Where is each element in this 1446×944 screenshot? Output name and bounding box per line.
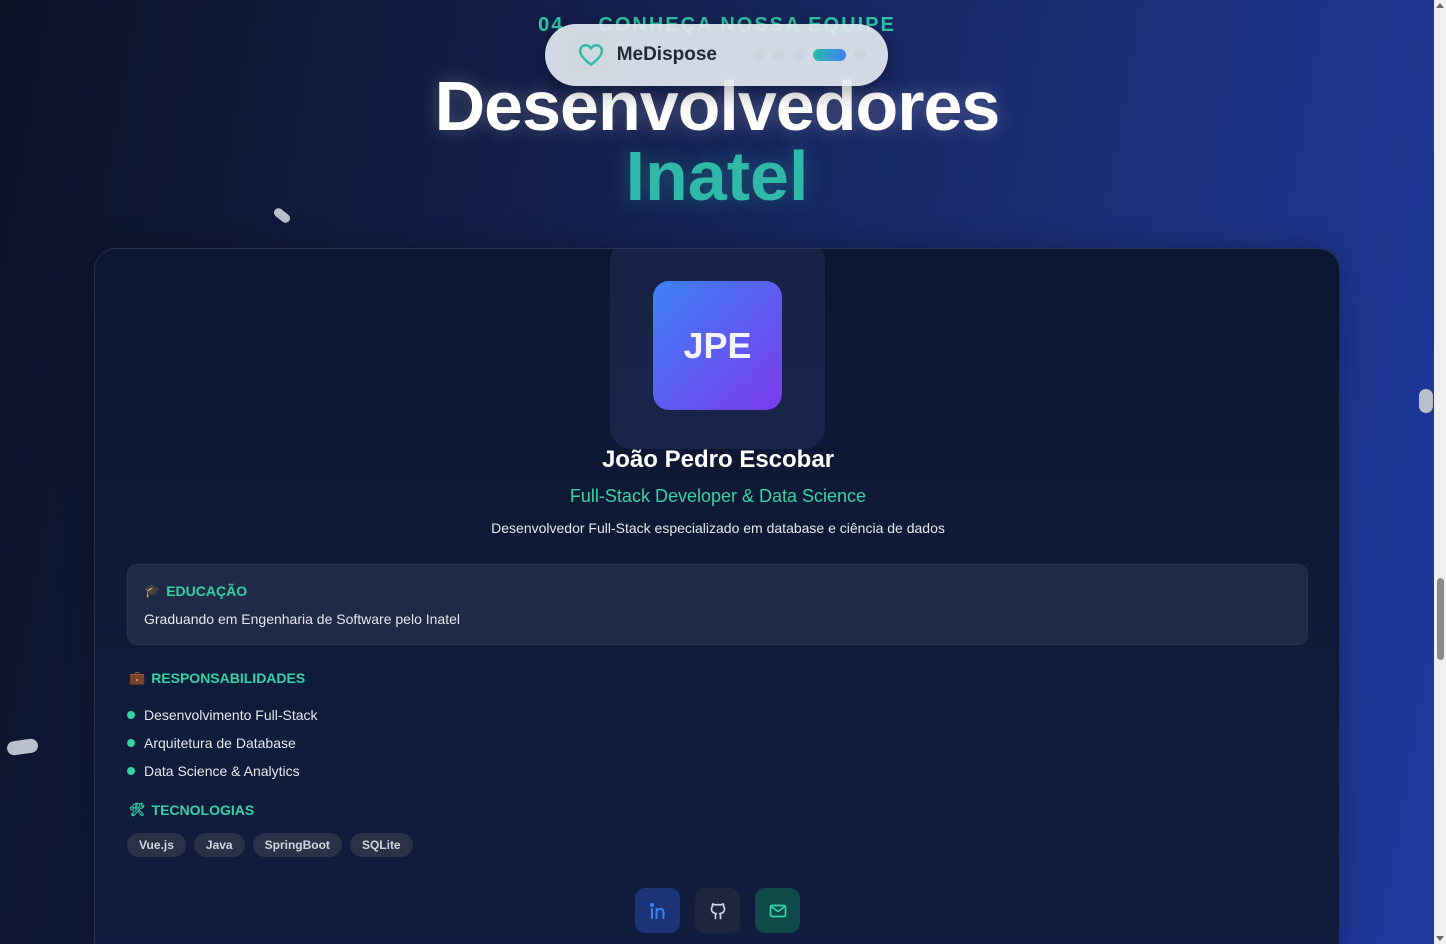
section-dot-5[interactable] bbox=[854, 49, 866, 61]
social-links bbox=[635, 888, 800, 933]
list-item: Data Science & Analytics bbox=[127, 757, 318, 785]
responsibility-text: Data Science & Analytics bbox=[144, 763, 300, 779]
tech-tag: Java bbox=[193, 833, 245, 857]
decorative-pill bbox=[6, 737, 39, 757]
developer-description: Desenvolvedor Full-Stack especializado e… bbox=[491, 520, 945, 536]
developer-name: João Pedro Escobar bbox=[601, 446, 835, 473]
briefcase-icon: 💼 bbox=[129, 670, 146, 685]
bullet bbox=[127, 767, 135, 775]
education-box: 🎓 EDUCAÇÃO Graduando em Engenharia de So… bbox=[127, 564, 1308, 645]
tech-tag: Vue.js bbox=[127, 833, 186, 857]
responsibilities-heading-text: RESPONSABILIDADES bbox=[151, 670, 306, 686]
responsibilities-heading: 💼 RESPONSABILIDADES bbox=[129, 670, 305, 686]
page: 04CONHEÇA NOSSA EQUIPE Desenvolvedores I… bbox=[0, 0, 1434, 944]
list-item: Desenvolvimento Full-Stack bbox=[127, 701, 318, 729]
responsibilities-list: Desenvolvimento Full-Stack Arquitetura d… bbox=[127, 701, 318, 785]
graduation-cap-icon: 🎓 bbox=[144, 583, 161, 598]
avatar: JPE bbox=[653, 281, 782, 410]
section-dot-4-active[interactable] bbox=[813, 49, 846, 61]
tech-tag: SQLite bbox=[349, 833, 413, 857]
education-heading-text: EDUCAÇÃO bbox=[166, 583, 248, 599]
logo[interactable] bbox=[569, 32, 614, 78]
section-dot-1[interactable] bbox=[753, 49, 765, 61]
section-dot-2[interactable] bbox=[773, 49, 785, 61]
scrollbar-thumb[interactable] bbox=[1437, 578, 1444, 660]
github-icon bbox=[710, 902, 725, 919]
technologies-heading-text: TECNOLOGIAS bbox=[151, 802, 255, 818]
bullet bbox=[127, 739, 135, 747]
technologies-heading: 🛠 TECNOLOGIAS bbox=[129, 802, 254, 818]
email-button[interactable] bbox=[755, 888, 800, 933]
bullet bbox=[127, 711, 135, 719]
responsibility-text: Desenvolvimento Full-Stack bbox=[144, 707, 318, 723]
scroll-down-arrow-icon[interactable] bbox=[1436, 936, 1444, 941]
education-text: Graduando em Engenharia de Software pelo… bbox=[144, 611, 460, 627]
mail-icon bbox=[769, 904, 786, 917]
linkedin-icon bbox=[649, 902, 664, 919]
floating-navbar: MeDispose bbox=[545, 24, 888, 86]
education-heading: 🎓 EDUCAÇÃO bbox=[144, 583, 247, 599]
developer-card: JPE João Pedro Escobar Full-Stack Develo… bbox=[94, 248, 1340, 944]
scroll-up-arrow-icon[interactable] bbox=[1436, 3, 1444, 8]
brand-name[interactable]: MeDispose bbox=[617, 44, 717, 66]
tools-icon: 🛠 bbox=[129, 802, 146, 817]
list-item: Arquitetura de Database bbox=[127, 729, 318, 757]
section-title-line2: Inatel bbox=[625, 137, 809, 215]
decorative-pill bbox=[1419, 389, 1433, 413]
developer-role: Full-Stack Developer & Data Science bbox=[569, 486, 867, 506]
linkedin-button[interactable] bbox=[635, 888, 680, 933]
technology-tags: Vue.js Java SpringBoot SQLite bbox=[127, 833, 413, 857]
responsibility-text: Arquitetura de Database bbox=[144, 735, 296, 751]
tech-tag: SpringBoot bbox=[252, 833, 342, 857]
section-dot-3[interactable] bbox=[793, 49, 805, 61]
heart-icon bbox=[579, 44, 604, 66]
section-dots bbox=[753, 49, 866, 61]
github-button[interactable] bbox=[695, 888, 740, 933]
vertical-scrollbar[interactable] bbox=[1434, 0, 1446, 944]
